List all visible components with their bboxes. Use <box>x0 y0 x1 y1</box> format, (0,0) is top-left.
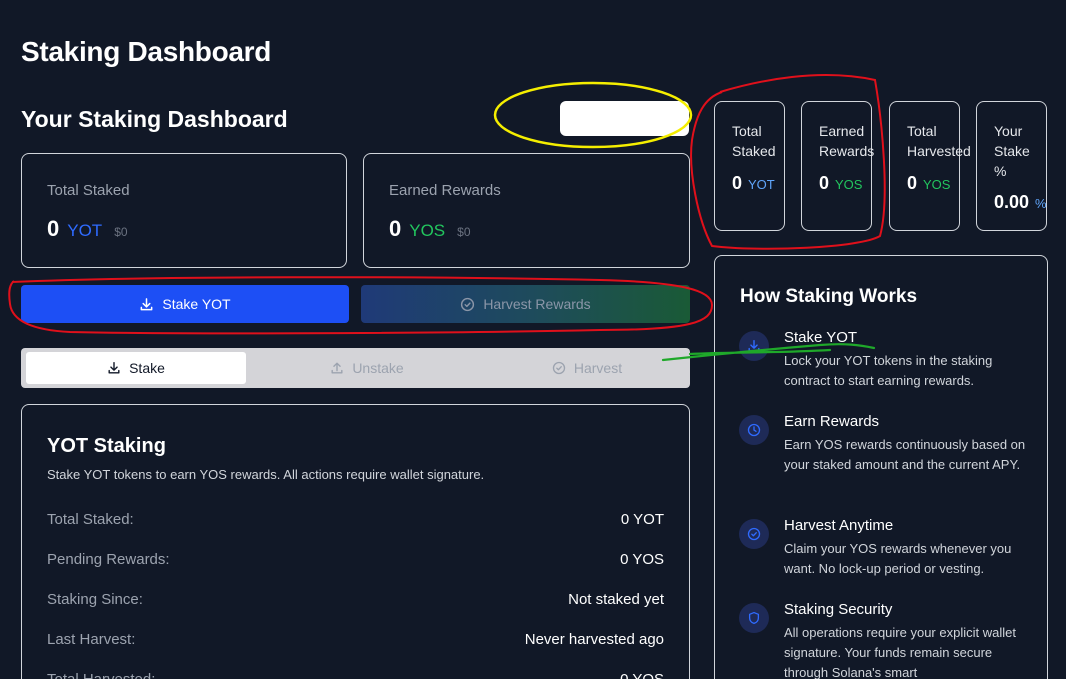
download-icon <box>739 331 769 361</box>
total-staked-usd: $0 <box>114 225 128 239</box>
how-step-title: Harvest Anytime <box>784 517 894 534</box>
total-staked-unit: YOT <box>67 221 103 240</box>
yot-staking-description: Stake YOT tokens to earn YOS rewards. Al… <box>47 467 485 482</box>
blank-white-box[interactable] <box>560 101 689 136</box>
mini-total-harvested-unit: YOS <box>923 177 951 192</box>
page-title: Staking Dashboard <box>21 36 272 67</box>
upload-icon <box>331 362 343 374</box>
mini-total-harvested-value: 0 <box>907 173 918 193</box>
check-circle-icon <box>739 519 769 549</box>
total-staked-card: Total Staked 0 YOT $0 <box>21 153 347 268</box>
how-step-text: Claim your YOS rewards whenever you want… <box>784 541 1012 576</box>
tab-unstake-label: Unstake <box>352 360 404 376</box>
mini-stake-percent-value: 0.00 <box>994 192 1030 212</box>
tab-stake[interactable]: Stake <box>26 352 246 384</box>
tab-stake-label: Stake <box>129 360 165 376</box>
info-row: Pending Rewards: 0 YOS <box>47 551 664 568</box>
mini-stake-percent-label: Your Stake % <box>994 123 1030 179</box>
action-tabs: Stake Unstake Harvest <box>21 348 690 388</box>
info-row-value: Not staked yet <box>568 591 664 608</box>
tab-harvest-label: Harvest <box>573 360 623 376</box>
mini-total-staked-card: Total Staked 0 YOT <box>714 101 785 231</box>
how-step-title: Earn Rewards <box>784 413 880 430</box>
tab-unstake[interactable]: Unstake <box>257 352 477 384</box>
info-row-key: Pending Rewards: <box>47 551 170 568</box>
how-staking-works-card: How Staking Works Stake YOT Lock your YO… <box>714 255 1048 679</box>
mini-total-staked-value: 0 <box>732 173 743 193</box>
mini-total-staked-unit: YOT <box>748 177 775 192</box>
check-circle-icon <box>552 361 566 375</box>
earned-rewards-card: Earned Rewards 0 YOS $0 <box>363 153 690 268</box>
info-row: Total Staked: 0 YOT <box>47 511 664 528</box>
shield-icon <box>739 603 769 633</box>
yot-staking-card: YOT Staking Stake YOT tokens to earn YOS… <box>21 404 690 679</box>
yot-staking-title: YOT Staking <box>47 435 166 457</box>
tab-harvest[interactable]: Harvest <box>477 352 697 384</box>
mini-stake-percent-unit: % <box>1035 196 1047 211</box>
how-step-title: Stake YOT <box>784 329 858 346</box>
mini-total-harvested-label: Total Harvested <box>907 123 971 159</box>
info-row-value: 0 YOS <box>620 551 664 568</box>
how-step-title: Staking Security <box>784 601 893 618</box>
info-row-value: Never harvested ago <box>524 631 664 648</box>
total-staked-label: Total Staked <box>47 182 130 199</box>
section-title: Your Staking Dashboard <box>21 106 288 132</box>
mini-earned-rewards-card: Earned Rewards 0 YOS <box>801 101 875 231</box>
info-row-value: 0 YOT <box>620 511 664 528</box>
info-row-key: Total Staked: <box>47 511 134 528</box>
how-step-text: All operations require your explicit wal… <box>784 625 1016 679</box>
mini-total-staked-label: Total Staked <box>732 123 776 159</box>
info-row: Staking Since: Not staked yet <box>47 591 664 608</box>
info-row-key: Last Harvest: <box>47 631 136 648</box>
earned-rewards-usd: $0 <box>457 225 471 239</box>
stake-yot-label: Stake YOT <box>162 296 231 312</box>
earned-rewards-unit: YOS <box>409 221 446 240</box>
how-step-text: Earn YOS rewards continuously based on y… <box>784 437 1026 472</box>
how-step-text: Lock your YOT tokens in the staking cont… <box>784 353 993 388</box>
harvest-rewards-label: Harvest Rewards <box>483 296 591 312</box>
info-row-key: Total Harvested: <box>47 671 155 679</box>
mini-earned-rewards-unit: YOS <box>835 177 863 192</box>
info-row: Total Harvested: 0 YOS <box>47 671 664 679</box>
download-icon <box>140 297 153 310</box>
download-icon <box>108 362 120 374</box>
stake-yot-button[interactable]: Stake YOT <box>21 285 349 323</box>
info-row-key: Staking Since: <box>47 591 143 608</box>
info-row-value: 0 YOS <box>620 671 664 679</box>
check-circle-icon <box>461 297 475 311</box>
info-row: Last Harvest: Never harvested ago <box>47 631 664 648</box>
mini-stake-percent-card: Your Stake % 0.00 % <box>976 101 1047 231</box>
mini-total-harvested-card: Total Harvested 0 YOS <box>889 101 971 231</box>
mini-earned-rewards-label: Earned Rewards <box>819 123 875 159</box>
mini-earned-rewards-value: 0 <box>819 173 830 193</box>
harvest-rewards-button[interactable]: Harvest Rewards <box>361 285 690 323</box>
earned-rewards-value: 0 <box>389 216 402 241</box>
clock-icon <box>739 415 769 445</box>
total-staked-value: 0 <box>47 216 60 241</box>
how-staking-works-title: How Staking Works <box>740 286 918 307</box>
earned-rewards-label: Earned Rewards <box>389 182 501 199</box>
